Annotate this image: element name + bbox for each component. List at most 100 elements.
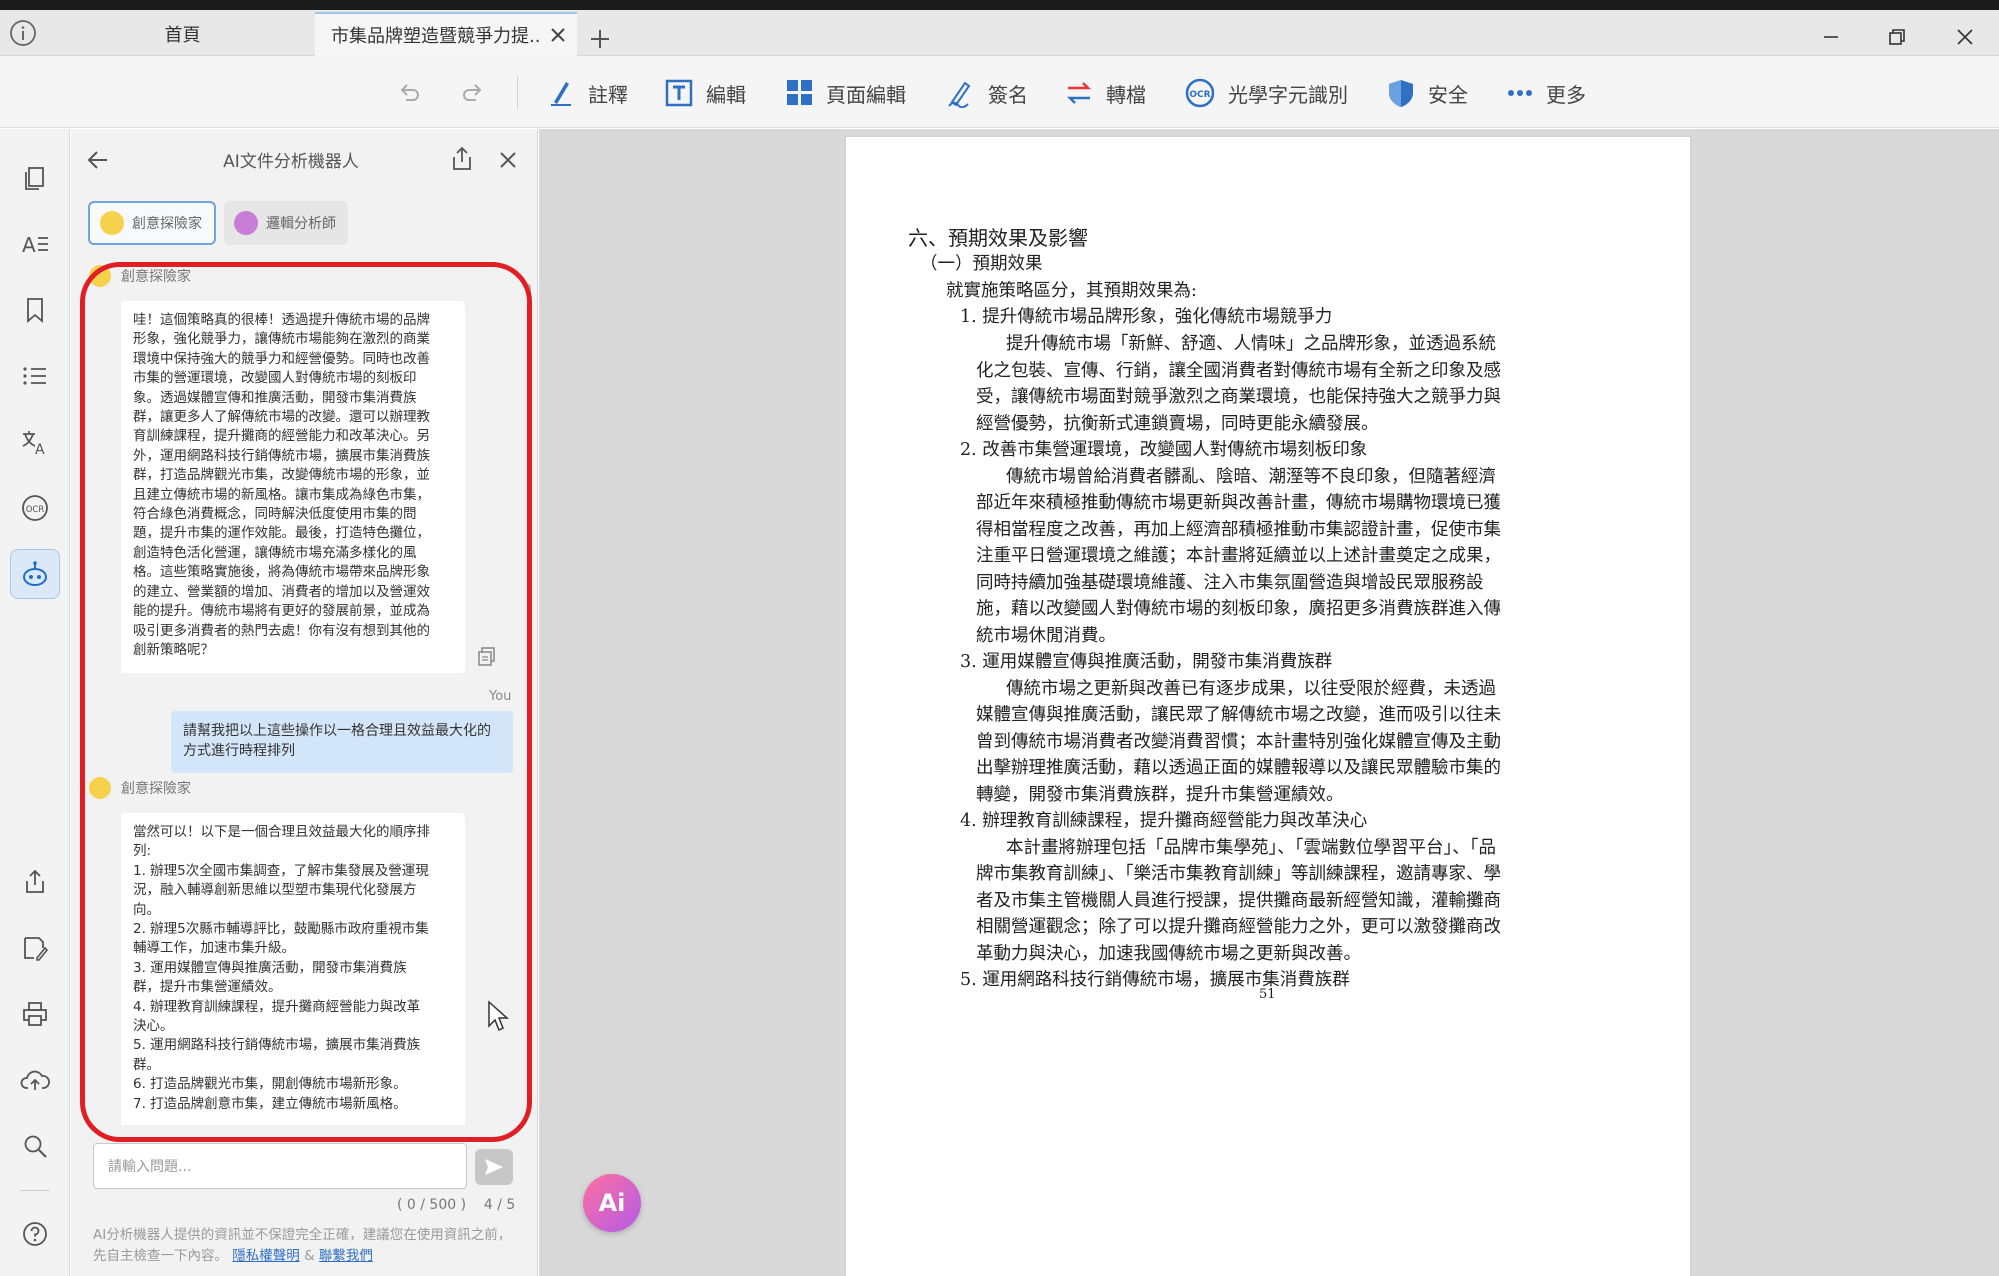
document-line: 牌市集教育訓練」、「樂活市集教育訓練」等訓練課程，邀請專家、學 [976,864,1501,884]
user-label: You [489,689,512,704]
more-dots-icon [1508,90,1532,96]
tab-home-label: 首頁 [164,25,201,46]
bookmark-icon[interactable] [10,285,60,335]
persona-creative-button[interactable]: 創意探險家 [88,201,216,245]
document-line: 2. 改善市集營運環境，改變國人對傳統市場刻板印象 [960,440,1368,460]
convert-label: 轉檔 [1106,82,1146,107]
persona-logic-button[interactable]: 邏輯分析師 [224,201,348,245]
document-line: 5. 運用網路科技行銷傳統市場，擴展市集消費族群 [960,970,1350,990]
security-button[interactable]: 安全 [1386,74,1468,112]
annotate-label: 註釋 [588,82,628,107]
close-window-icon[interactable] [1950,22,1980,52]
privacy-link[interactable]: 隱私權聲明 [232,1248,300,1264]
send-button[interactable] [475,1149,513,1185]
document-line: 傳統市場曾給消費者髒亂、陰暗、潮溼等不良印象，但隨著經濟 [1006,467,1496,487]
copy-icon[interactable] [476,645,498,667]
signature-icon [948,81,971,108]
document-line: 曾到傳統市場消費者改變消費習慣；本計畫特別強化媒體宣傳及主動 [976,732,1501,752]
message-line: 2. 辦理5次縣市輔導評比，鼓勵縣市政府重視市集 [133,921,429,938]
document-line: 統市場休閒消費。 [976,626,1116,646]
share-icon[interactable] [449,145,475,173]
translate-icon[interactable]: A [10,417,60,467]
add-tab-icon[interactable] [585,24,615,54]
document-line: 出擊辦理推廣活動，藉以透過正面的媒體報導以及讓民眾體驗市集的 [976,758,1501,778]
ocr-button[interactable]: OCR 光學字元識別 [1184,74,1348,112]
message-line: 市集的營運環境，改變國人對傳統市場的刻板印 [133,370,417,387]
edit-button[interactable]: 編輯 [664,74,746,112]
document-line: 1. 提升傳統市場品牌形象，強化傳統市場競爭力 [960,307,1333,327]
persona-logic-label: 邏輯分析師 [266,216,336,232]
redo-icon[interactable] [460,80,486,106]
document-line: 受，讓傳統市場面對競爭激烈之商業環境，也能保持強大之競爭力與 [976,387,1501,407]
document-viewer[interactable]: 六、預期效果及影響 （一）預期效果 就實施策略區分，其預期效果為: 1. 提升傳統市場… [539,129,1999,1276]
more-button[interactable]: 更多 [1506,74,1586,112]
rail-divider [20,1190,50,1191]
thumbnails-icon[interactable] [10,153,60,203]
question-input[interactable]: 請輸入問題... [93,1143,467,1189]
message-speaker: 創意探險家 [89,777,191,799]
message-line: 創新策略呢？ [133,641,214,658]
ai-robot-icon[interactable] [10,549,60,599]
contact-link[interactable]: 聯繫我們 [319,1248,373,1264]
security-label: 安全 [1428,82,1468,107]
message-line: 能的提升。傳統市場將有更好的發展前景，並成為 [133,603,430,620]
message-line: 方式進行時程排列 [183,743,295,759]
cloud-upload-icon[interactable] [10,1055,60,1105]
document-line: （一）預期效果 [920,254,1043,274]
message-line: 7. 打造品牌創意市集，建立傳統市場新風格。 [133,1095,407,1112]
panel-header: AI文件分析機器人 [71,129,538,189]
print-icon[interactable] [10,989,60,1039]
tab-document[interactable]: 市集品牌塑造暨競爭力提... [315,12,577,56]
info-icon[interactable] [8,18,38,48]
document-line: 轉變，開發市集消費族群，提升市集營運績效。 [976,785,1344,805]
document-line: 傳統市場之更新與改善已有逐步成果，以往受限於經費，未透過 [1006,679,1496,699]
chat-history[interactable]: 創意探險家 哇！這個策略真的很棒！透過提升傳統市場的品牌 形象，強化競爭力，讓傳統… [81,265,521,1125]
close-panel-icon[interactable] [497,149,519,171]
annotate-button[interactable]: 註釋 [546,74,628,112]
ai-message-bubble: 哇！這個策略真的很棒！透過提升傳統市場的品牌 形象，強化競爭力，讓傳統市場能夠在激… [121,301,465,673]
sign-button[interactable]: 簽名 [946,74,1028,112]
document-line: 本計畫將辦理包括「品牌市集學苑」、「雲端數位學習平台」、「品 [1006,838,1496,858]
toolbar-divider [517,76,518,110]
message-line: 決心。 [133,1018,174,1035]
ai-floating-button[interactable]: Ai [583,1174,641,1232]
speaker-name: 創意探險家 [121,781,191,797]
ai-message-text: 哇！這個策略真的很棒！透過提升傳統市場的品牌 形象，強化競爭力，讓傳統市場能夠在激… [133,311,453,660]
sign-label: 簽名 [988,82,1028,107]
document-line: 提升傳統市場「新鮮、舒適、人情味」之品牌形象，並透過系統 [1006,334,1496,354]
document-line: 媒體宣傳與推廣活動，讓民眾了解傳統市場之改變，進而吸引以往未 [976,705,1501,725]
message-line: 6. 打造品牌觀光市集，開創傳統市場新形象。 [133,1076,407,1093]
document-line: 部近年來積極推動傳統市場更新與改善計畫，傳統市場購物環境已獲 [976,493,1501,513]
share-rail-icon[interactable] [10,857,60,907]
page-edit-button[interactable]: 頁面編輯 [786,74,906,112]
document-line: 同時持續加強基礎環境維護、注入市集氛圍營造與增設民眾服務設 [976,573,1484,593]
help-icon[interactable] [10,1209,60,1259]
close-tab-icon[interactable] [547,24,569,46]
save-edit-icon[interactable] [10,923,60,973]
message-speaker: 創意探險家 [89,265,191,287]
ai-message-text: 當然可以！以下是一個合理且效益最大化的順序排 列: 1. 辦理5次全國市集調查，了解… [133,823,453,1114]
svg-text:OCR: OCR [26,505,45,515]
message-line: 象。透過媒體宣傳和推廣活動，開發市集消費族 [133,389,417,406]
edit-label: 編輯 [706,82,746,107]
undo-icon[interactable] [396,80,422,106]
message-line: 4. 辦理教育訓練課程，提升攤商經營能力與改革 [133,998,421,1015]
back-arrow-icon[interactable] [85,147,111,173]
convert-button[interactable]: 轉檔 [1064,74,1146,112]
smiley-emoji-icon [100,211,124,235]
tab-bar: 首頁 市集品牌塑造暨競爭力提... [0,10,1999,56]
ai-fab-label: Ai [598,1189,626,1217]
page-edit-label: 頁面編輯 [826,82,906,107]
search-icon[interactable] [10,1121,60,1171]
tab-home[interactable]: 首頁 [50,12,315,56]
persona-creative-label: 創意探險家 [132,216,202,232]
list-icon[interactable] [10,351,60,401]
restore-icon[interactable] [1882,22,1912,52]
message-line: 列: [133,843,152,860]
text-outline-icon[interactable]: A [10,219,60,269]
svg-text:OCR: OCR [1189,90,1210,100]
chat-scrollbar[interactable] [527,284,531,464]
ocr-rail-icon[interactable]: OCR [10,483,60,533]
minimize-icon[interactable] [1816,22,1846,52]
more-label: 更多 [1546,82,1586,107]
